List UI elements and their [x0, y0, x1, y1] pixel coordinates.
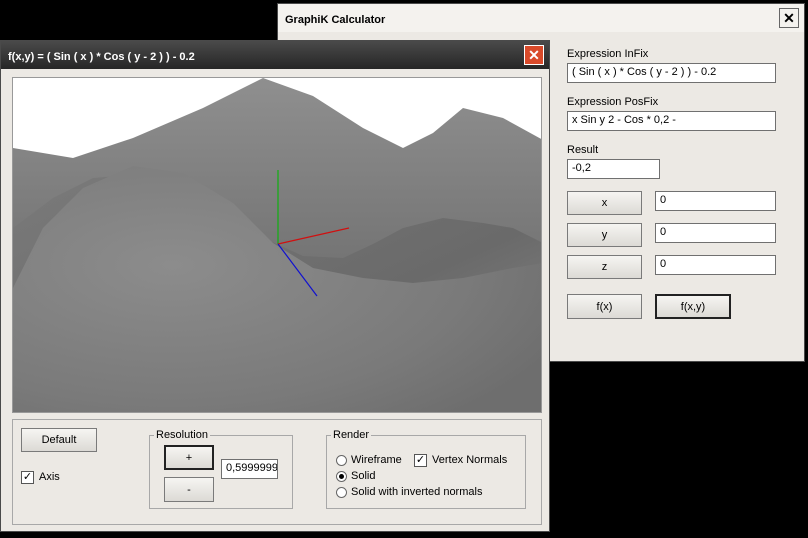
infix-field[interactable]: ( Sin ( x ) * Cos ( y - 2 ) ) - 0.2: [567, 63, 776, 83]
x-button[interactable]: x: [567, 191, 642, 215]
plot-window: f(x,y) = ( Sin ( x ) * Cos ( y - 2 ) ) -…: [0, 40, 550, 532]
infix-label: Expression InFix: [567, 48, 649, 60]
resolution-legend: Resolution: [154, 429, 210, 441]
result-field[interactable]: -0,2: [567, 159, 660, 179]
x-button-label: x: [601, 197, 608, 209]
z-button-label: z: [601, 261, 608, 273]
fxy-button-label: f(x,y): [680, 300, 706, 313]
z-field[interactable]: 0: [655, 255, 776, 275]
vertex-normals-label: Vertex Normals: [432, 454, 508, 466]
plot-close-button[interactable]: ✕: [524, 45, 544, 65]
solid-radio[interactable]: [336, 471, 347, 482]
fx-button-label: f(x): [596, 300, 613, 313]
calculator-close-button[interactable]: ✕: [779, 8, 799, 28]
y-button[interactable]: y: [567, 223, 642, 247]
fxy-button[interactable]: f(x,y): [655, 294, 731, 319]
close-icon: ✕: [528, 46, 540, 63]
posfix-label: Expression PosFix: [567, 96, 659, 108]
resolution-plus-button[interactable]: +: [164, 445, 214, 470]
fx-button[interactable]: f(x): [567, 294, 642, 319]
resolution-minus-button[interactable]: -: [164, 477, 214, 502]
plus-label: +: [185, 451, 193, 464]
wireframe-label: Wireframe: [351, 454, 402, 466]
default-button-label: Default: [41, 434, 77, 446]
calculator-title: GraphiK Calculator: [285, 14, 386, 26]
plot-viewport[interactable]: [12, 77, 542, 413]
solid-inverted-label: Solid with inverted normals: [351, 486, 483, 498]
solid-label: Solid: [351, 470, 376, 482]
axis-checkbox[interactable]: ✓: [21, 471, 34, 484]
wireframe-radio[interactable]: [336, 455, 347, 466]
plot-title: f(x,y) = ( Sin ( x ) * Cos ( y - 2 ) ) -…: [8, 51, 195, 63]
resolution-field[interactable]: 0,5999999: [221, 459, 278, 479]
solid-inverted-radio[interactable]: [336, 487, 347, 498]
render-legend: Render: [331, 429, 372, 441]
control-panel: Default ✓ Axis Resolution + - 0,5999999 …: [12, 419, 542, 525]
calculator-titlebar[interactable]: GraphiK Calculator: [278, 4, 804, 32]
y-button-label: y: [601, 229, 608, 241]
z-button[interactable]: z: [567, 255, 642, 279]
axis-label: Axis: [39, 471, 60, 483]
close-icon: ✕: [783, 9, 795, 26]
posfix-field[interactable]: x Sin y 2 - Cos * 0,2 -: [567, 111, 776, 131]
result-label: Result: [567, 144, 599, 156]
minus-label: -: [187, 483, 191, 496]
vertex-normals-checkbox[interactable]: ✓: [414, 454, 427, 467]
y-field[interactable]: 0: [655, 223, 776, 243]
plot-titlebar[interactable]: f(x,y) = ( Sin ( x ) * Cos ( y - 2 ) ) -…: [1, 41, 549, 69]
surface-plot: [13, 78, 541, 412]
x-field[interactable]: 0: [655, 191, 776, 211]
default-button[interactable]: Default: [21, 428, 97, 452]
